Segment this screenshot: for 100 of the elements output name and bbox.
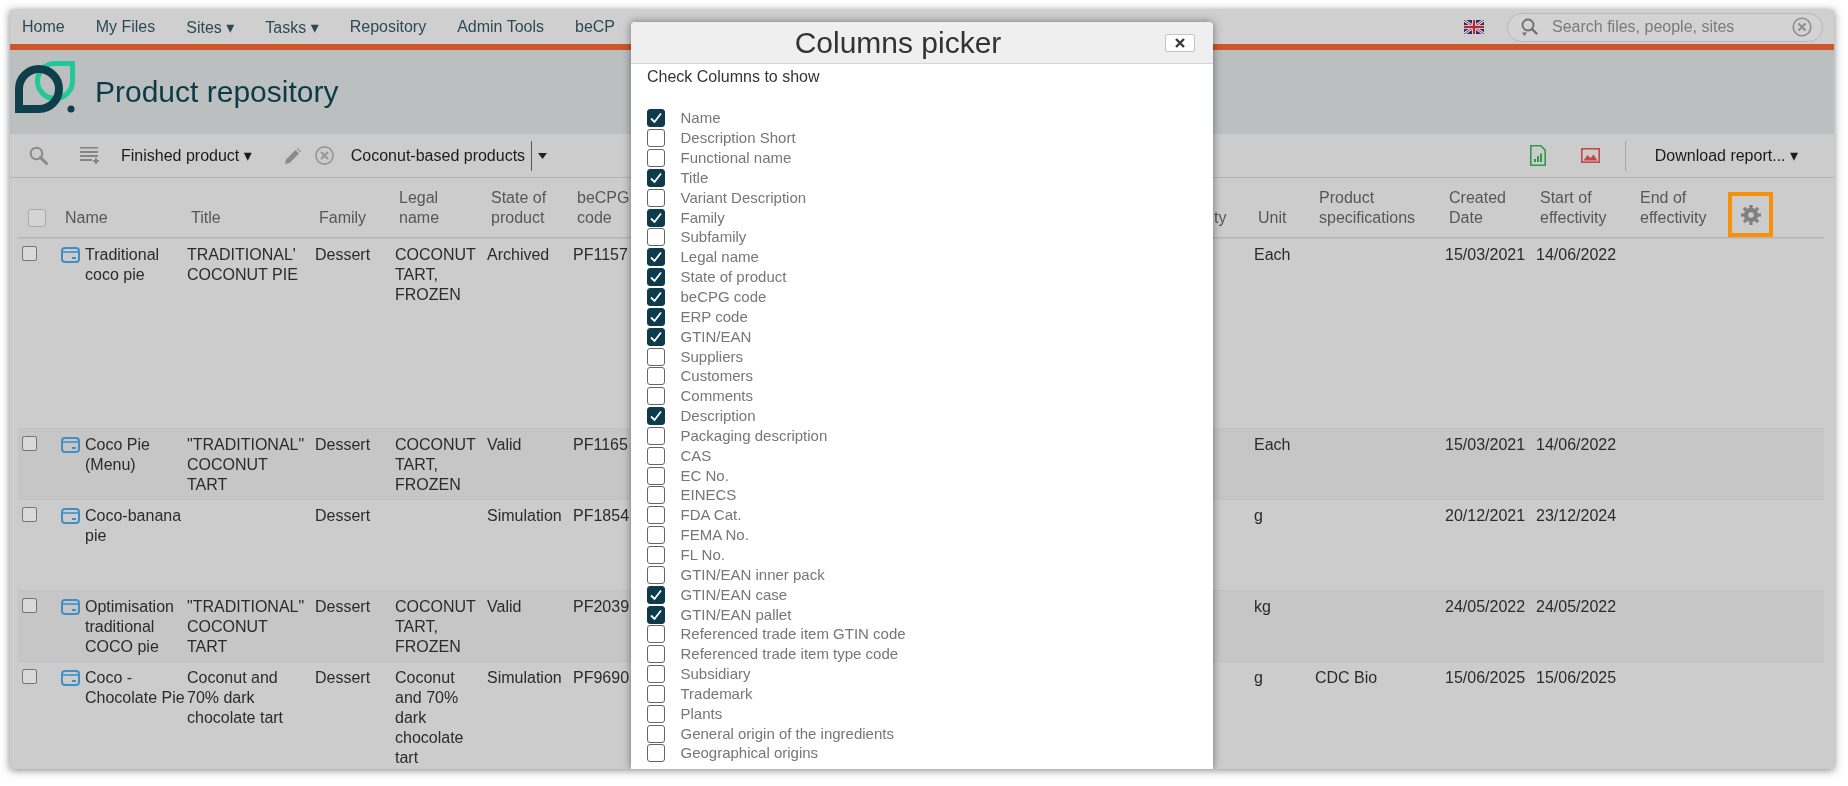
nav-link[interactable]: beCP — [575, 18, 616, 36]
option-label: FEMA No. — [680, 526, 749, 545]
checkbox[interactable] — [647, 526, 665, 545]
product-name-link[interactable]: Traditional coco pie — [85, 245, 186, 285]
checkbox[interactable] — [647, 625, 665, 644]
option-label: GTIN/EAN pallet — [680, 605, 792, 624]
card-icon — [61, 247, 80, 263]
table-cell: 14/06/2022 — [1536, 435, 1617, 455]
checkbox[interactable] — [22, 246, 37, 261]
product-name-link[interactable]: Coco-banana pie — [85, 506, 186, 546]
saved-search-button[interactable]: Coconut-based products — [350, 146, 526, 165]
table-cell: 14/06/2022 — [1536, 245, 1617, 265]
product-name-link[interactable]: Coco Pie (Menu) — [85, 435, 186, 475]
column-header[interactable]: Legal name — [399, 188, 479, 228]
checkbox[interactable] — [647, 407, 665, 426]
checkbox[interactable] — [647, 129, 665, 148]
column-header[interactable]: Unit — [1258, 208, 1287, 228]
close-button[interactable] — [1165, 33, 1195, 52]
nav-link[interactable]: Admin Tools — [457, 18, 544, 36]
checkbox[interactable] — [647, 645, 665, 664]
search-icon[interactable] — [1520, 17, 1538, 36]
checkbox[interactable] — [647, 684, 665, 703]
checkbox[interactable] — [647, 466, 665, 485]
table-cell-text: "TRADITIONAL" COCONUT TART — [187, 435, 306, 495]
checkbox[interactable] — [647, 268, 665, 287]
checkbox[interactable] — [647, 665, 665, 684]
checkbox[interactable] — [647, 724, 665, 743]
checkbox[interactable] — [647, 188, 665, 207]
caret-icon[interactable] — [538, 152, 548, 159]
nav-link[interactable]: My Files — [95, 18, 156, 36]
option-label: EC No. — [680, 466, 729, 485]
column-header[interactable]: Product specifications — [1319, 188, 1437, 228]
column-header[interactable]: State of product — [491, 188, 565, 228]
table-cell: Each — [1254, 245, 1291, 265]
checkbox[interactable] — [647, 605, 665, 624]
checkbox[interactable] — [647, 288, 665, 306]
checkbox[interactable] — [22, 598, 37, 613]
checkbox[interactable] — [647, 585, 665, 604]
checkbox[interactable] — [647, 367, 665, 386]
image-icon[interactable] — [1580, 148, 1600, 163]
checkbox[interactable] — [647, 506, 665, 525]
checkbox[interactable] — [647, 446, 665, 465]
search-field[interactable]: Search files, people, sites — [1507, 12, 1823, 42]
option-label: EINECS — [680, 486, 737, 505]
product-name-link[interactable]: Optimisation traditional COCO pie — [85, 597, 186, 657]
option-label: Packaging description — [680, 426, 828, 445]
checkbox[interactable] — [22, 507, 37, 522]
checkbox[interactable] — [647, 565, 665, 584]
option-label: beCPG code — [680, 288, 767, 306]
table-cell: PF9690 — [573, 668, 630, 688]
checkbox[interactable] — [647, 109, 665, 128]
table-cell: 15/03/2021 — [1445, 245, 1526, 265]
table-cell: 24/05/2022 — [1445, 597, 1526, 617]
checkbox[interactable] — [647, 149, 665, 168]
column-header[interactable]: Title — [191, 208, 221, 228]
option-label: FDA Cat. — [680, 506, 742, 525]
nav-link[interactable]: Sites ▾ — [186, 17, 235, 37]
column-header[interactable]: End of effectivity — [1640, 188, 1718, 228]
option-label: Geographical origins — [680, 744, 819, 763]
download-report-button[interactable]: Download report... ▾ — [1654, 146, 1798, 165]
card-icon — [61, 508, 80, 524]
nav-link[interactable]: Home — [22, 18, 65, 36]
option-label: FL No. — [680, 546, 725, 564]
product-type-dropdown[interactable]: Finished product ▾ — [121, 146, 252, 165]
column-header[interactable]: Name — [65, 208, 108, 228]
checkbox[interactable] — [647, 744, 665, 763]
column-header[interactable]: Created Date — [1449, 188, 1528, 228]
nav-link[interactable]: Repository — [349, 18, 427, 36]
product-name-link[interactable]: Coco - Chocolate Pie — [85, 668, 186, 708]
table-cell: g — [1254, 506, 1263, 526]
table-cell: PF2039 — [573, 597, 630, 617]
dialog-title: Columns picker — [794, 25, 1002, 59]
table-cell: 15/06/2025 — [1445, 668, 1526, 688]
checkbox[interactable] — [647, 228, 665, 247]
checkbox[interactable] — [647, 208, 665, 227]
checkbox[interactable] — [647, 426, 665, 445]
checkbox[interactable] — [647, 307, 665, 326]
checkbox[interactable] — [647, 486, 665, 505]
option-label: Comments — [680, 387, 754, 406]
nav-link[interactable]: Tasks ▾ — [265, 17, 319, 37]
column-header[interactable]: ty — [1214, 208, 1227, 228]
checkbox[interactable] — [647, 546, 665, 564]
table-cell-text: Coconut and 70% dark chocolate tart — [395, 668, 465, 768]
checkbox[interactable] — [647, 168, 665, 187]
checkbox[interactable] — [647, 327, 665, 346]
checkbox[interactable] — [647, 704, 665, 723]
checkbox[interactable] — [22, 669, 37, 684]
checkbox[interactable] — [647, 347, 665, 366]
column-header[interactable]: Start of effectivity — [1540, 188, 1628, 228]
column-header[interactable]: Family — [319, 208, 367, 228]
flag-icon[interactable] — [1464, 20, 1484, 34]
checkbox[interactable] — [22, 436, 37, 451]
card-icon — [61, 670, 80, 686]
option-label: General origin of the ingredients — [680, 724, 894, 743]
instruction-text: Check Columns to show — [647, 66, 820, 87]
table-cell-text: COCONUT TART, FROZEN — [395, 597, 477, 657]
checkbox[interactable] — [647, 387, 665, 406]
checkbox[interactable] — [28, 209, 46, 227]
table-cell: 23/12/2024 — [1536, 506, 1617, 526]
checkbox[interactable] — [647, 248, 665, 267]
